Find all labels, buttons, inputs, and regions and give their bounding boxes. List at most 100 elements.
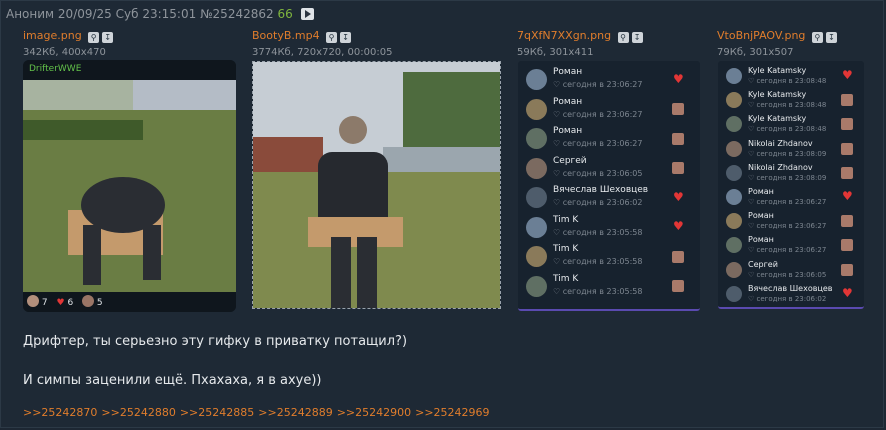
watermark-label: DrifterWWE <box>29 64 82 74</box>
heart-outline-icon: ♡ <box>553 139 563 148</box>
file-header-1: image.png ⚲ ↧ <box>23 29 114 43</box>
heart-outline-icon: ♡ <box>553 227 563 237</box>
thumbnail-image-png[interactable]: DrifterWWE 7 ♥ 6 5 <box>23 60 236 312</box>
reply-link[interactable]: >>25242900 <box>337 406 411 419</box>
search-icon[interactable]: ⚲ <box>88 32 100 43</box>
reply-link[interactable]: >>25242889 <box>258 406 332 419</box>
reaction-row: Сергей ♡ сегодня в 23:06:05 <box>718 258 864 282</box>
file-header-3: 7qXfN7XXgn.png ⚲ ↧ <box>517 29 643 43</box>
reaction-time-text: сегодня в 23:06:27 <box>756 222 827 231</box>
message-line-1: Дрифтер, ты серьезно эту гифку в приватк… <box>23 334 408 349</box>
reaction-avatar <box>672 162 684 175</box>
file-name-3[interactable]: 7qXfN7XXgn.png <box>517 29 611 42</box>
reaction-user-name: Роман <box>553 126 583 136</box>
heart-outline-icon: ♡ <box>553 286 563 296</box>
reaction-user-name: Роман <box>553 96 583 107</box>
download-icon[interactable]: ↧ <box>631 32 643 43</box>
reaction-user-name: Вячеслав Шеховцев <box>748 283 833 293</box>
heart-icon: ♥ <box>56 298 65 308</box>
file-name-2[interactable]: BootyB.mp4 <box>252 29 320 42</box>
reaction-time: ♡ сегодня в 23:08:09 <box>748 150 826 158</box>
file-meta-3: 59Кб, 301x411 <box>517 47 594 58</box>
reaction-time-text: сегодня в 23:08:09 <box>756 173 827 182</box>
search-icon[interactable]: ⚲ <box>811 32 823 43</box>
file-name-4[interactable]: VtoBnjPAOV.png <box>717 29 805 42</box>
heart-icon: ♥ <box>842 68 853 83</box>
file-name-1[interactable]: image.png <box>23 29 82 42</box>
download-icon[interactable]: ↧ <box>825 32 837 43</box>
reaction-row: Tim K ♡ сегодня в 23:05:58 <box>518 272 700 302</box>
reaction-time-text: сегодня в 23:05:58 <box>562 286 643 296</box>
search-icon[interactable]: ⚲ <box>617 32 629 43</box>
message-line-2: И симпы заценили ещё. Пхахаха, я в ахуе)… <box>23 373 322 388</box>
download-icon[interactable]: ↧ <box>340 32 352 43</box>
reaction-row: Роман ♡ сегодня в 23:06:27 <box>718 209 864 233</box>
heart-icon: ♥ <box>673 219 684 234</box>
reaction-user-name: Роман <box>748 211 774 221</box>
avatar <box>526 275 547 297</box>
post-count: 66 <box>277 7 293 21</box>
avatar <box>726 261 742 278</box>
reaction-bar: 7 ♥ 6 5 <box>27 295 103 308</box>
reaction-time: ♡ сегодня в 23:06:27 <box>553 139 642 148</box>
reaction-avatar <box>841 142 853 155</box>
reply-link[interactable]: >>25242880 <box>101 406 175 419</box>
reaction-avatar <box>841 94 853 107</box>
heart-outline-icon: ♡ <box>748 125 757 134</box>
reply-link[interactable]: >>25242870 <box>23 406 97 419</box>
reaction-row: Kyle Katamsky ♡ сегодня в 23:08:48 <box>718 88 864 112</box>
heart-outline-icon: ♡ <box>748 270 757 279</box>
avatar <box>726 92 742 109</box>
post-header: Аноним 20/09/25 Суб 23:15:01 №25242862 6… <box>6 7 314 21</box>
heart-outline-icon: ♡ <box>748 149 757 158</box>
heart-outline-icon: ♡ <box>553 109 563 119</box>
reaction-time: ♡ сегодня в 23:06:05 <box>748 271 826 279</box>
reaction-time-text: сегодня в 23:05:58 <box>562 257 643 266</box>
post: Аноним 20/09/25 Суб 23:15:01 №25242862 6… <box>0 0 884 428</box>
reaction-row: Nikolai Zhdanov ♡ сегодня в 23:08:09 <box>718 161 864 185</box>
avatar <box>526 216 547 238</box>
file-meta-4: 79Кб, 301x507 <box>717 47 794 58</box>
reaction-time: ♡ сегодня в 23:06:02 <box>553 198 642 207</box>
heart-outline-icon: ♡ <box>553 257 563 266</box>
reaction-time: ♡ сегодня в 23:08:48 <box>748 101 826 109</box>
file-header-2: BootyB.mp4 ⚲ ↧ <box>252 29 352 43</box>
download-icon[interactable]: ↧ <box>102 32 114 43</box>
reaction-row: Сергей ♡ сегодня в 23:06:05 <box>518 154 700 184</box>
post-number[interactable]: №25242862 <box>200 7 274 21</box>
reaction-avatar <box>672 132 684 145</box>
reaction-time-text: сегодня в 23:08:48 <box>756 125 827 134</box>
post-author[interactable]: Аноним <box>6 7 54 21</box>
play-icon[interactable] <box>300 8 314 20</box>
thumbnail-video[interactable] <box>252 61 501 309</box>
reaction-time: ♡ сегодня в 23:06:27 <box>553 110 642 119</box>
reply-link[interactable]: >>25242969 <box>415 406 489 419</box>
reaction-time-text: сегодня в 23:06:27 <box>562 80 643 89</box>
reaction-avatar <box>841 263 853 276</box>
heart-outline-icon: ♡ <box>748 173 757 182</box>
thumbnail-reactions-list-1[interactable]: Роман ♡ сегодня в 23:06:27 ♥ Роман ♡ сегодня… <box>518 61 700 311</box>
reaction-time: ♡ сегодня в 23:05:58 <box>553 228 642 237</box>
reaction-time-text: сегодня в 23:06:27 <box>562 109 643 119</box>
heart-icon: ♥ <box>842 189 853 204</box>
reaction-user-name: Kyle Katamsky <box>748 66 807 75</box>
search-icon[interactable]: ⚲ <box>326 32 338 43</box>
reaction-count: 6 <box>67 298 74 308</box>
reaction-row: Tim K ♡ сегодня в 23:05:58 <box>518 242 700 272</box>
reaction-row: Вячеслав Шеховцев ♡ сегодня в 23:06:02 ♥ <box>718 282 864 306</box>
heart-outline-icon: ♡ <box>748 101 757 110</box>
reaction-time-text: сегодня в 23:06:05 <box>562 168 643 178</box>
reply-link[interactable]: >>25242885 <box>180 406 254 419</box>
reaction-avatar <box>841 118 853 131</box>
reaction-time: ♡ сегодня в 23:06:05 <box>553 169 642 178</box>
avatar <box>726 140 742 157</box>
reaction-time: ♡ сегодня в 23:06:27 <box>748 198 826 206</box>
thumbnail-reactions-list-2[interactable]: Kyle Katamsky ♡ сегодня в 23:08:48 ♥ Kyle K… <box>718 61 864 309</box>
reaction-user-name: Роман <box>748 187 774 196</box>
avatar <box>726 116 742 133</box>
avatar <box>726 164 742 181</box>
avatar <box>526 128 547 150</box>
reaction-count: 5 <box>96 298 103 308</box>
reaction-user-name: Nikolai Zhdanov <box>748 162 813 172</box>
reaction-row: Роман ♡ сегодня в 23:06:27 ♥ <box>718 185 864 209</box>
